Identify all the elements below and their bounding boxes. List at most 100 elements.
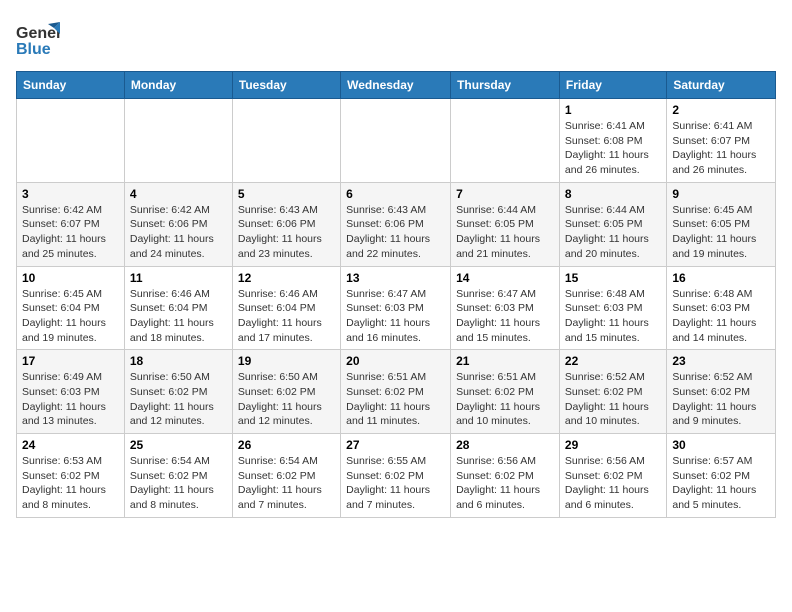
day-info: Sunrise: 6:47 AM Sunset: 6:03 PM Dayligh…: [456, 287, 554, 346]
calendar-cell: [232, 99, 340, 183]
day-info: Sunrise: 6:47 AM Sunset: 6:03 PM Dayligh…: [346, 287, 445, 346]
weekday-header-tuesday: Tuesday: [232, 72, 340, 99]
calendar-cell: 13 Sunrise: 6:47 AM Sunset: 6:03 PM Dayli…: [341, 266, 451, 350]
day-info: Sunrise: 6:55 AM Sunset: 6:02 PM Dayligh…: [346, 454, 445, 513]
calendar-cell: 15 Sunrise: 6:48 AM Sunset: 6:03 PM Dayli…: [559, 266, 666, 350]
day-info: Sunrise: 6:43 AM Sunset: 6:06 PM Dayligh…: [238, 203, 335, 262]
day-info: Sunrise: 6:45 AM Sunset: 6:04 PM Dayligh…: [22, 287, 119, 346]
day-number: 6: [346, 187, 445, 201]
calendar-cell: 18 Sunrise: 6:50 AM Sunset: 6:02 PM Dayli…: [124, 350, 232, 434]
day-info: Sunrise: 6:41 AM Sunset: 6:07 PM Dayligh…: [672, 119, 770, 178]
calendar-cell: 9Sunrise: 6:45 AM Sunset: 6:05 PM Daylig…: [667, 182, 776, 266]
day-number: 1: [565, 103, 661, 117]
day-number: 5: [238, 187, 335, 201]
day-info: Sunrise: 6:48 AM Sunset: 6:03 PM Dayligh…: [565, 287, 661, 346]
day-number: 30: [672, 438, 770, 452]
calendar-table: SundayMondayTuesdayWednesdayThursdayFrid…: [16, 71, 776, 518]
calendar-cell: 12Sunrise: 6:46 AM Sunset: 6:04 PM Dayli…: [232, 266, 340, 350]
weekday-header-thursday: Thursday: [451, 72, 560, 99]
calendar-cell: 23 Sunrise: 6:52 AM Sunset: 6:02 PM Dayli…: [667, 350, 776, 434]
calendar-cell: 8 Sunrise: 6:44 AM Sunset: 6:05 PM Daylig…: [559, 182, 666, 266]
calendar-cell: 29 Sunrise: 6:56 AM Sunset: 6:02 PM Dayli…: [559, 434, 666, 518]
day-info: Sunrise: 6:50 AM Sunset: 6:02 PM Dayligh…: [238, 370, 335, 429]
day-number: 15: [565, 271, 661, 285]
day-number: 29: [565, 438, 661, 452]
day-info: Sunrise: 6:42 AM Sunset: 6:07 PM Dayligh…: [22, 203, 119, 262]
weekday-header-monday: Monday: [124, 72, 232, 99]
calendar-week-row: 10 Sunrise: 6:45 AM Sunset: 6:04 PM Dayli…: [17, 266, 776, 350]
svg-text:Blue: Blue: [16, 41, 51, 58]
day-info: Sunrise: 6:52 AM Sunset: 6:02 PM Dayligh…: [672, 370, 770, 429]
day-info: Sunrise: 6:41 AM Sunset: 6:08 PM Dayligh…: [565, 119, 661, 178]
calendar-cell: 25 Sunrise: 6:54 AM Sunset: 6:02 PM Dayli…: [124, 434, 232, 518]
weekday-header-wednesday: Wednesday: [341, 72, 451, 99]
day-number: 3: [22, 187, 119, 201]
day-info: Sunrise: 6:53 AM Sunset: 6:02 PM Dayligh…: [22, 454, 119, 513]
weekday-header-saturday: Saturday: [667, 72, 776, 99]
day-number: 21: [456, 354, 554, 368]
day-number: 19: [238, 354, 335, 368]
day-info: Sunrise: 6:49 AM Sunset: 6:03 PM Dayligh…: [22, 370, 119, 429]
day-info: Sunrise: 6:44 AM Sunset: 6:05 PM Dayligh…: [456, 203, 554, 262]
calendar-cell: 5 Sunrise: 6:43 AM Sunset: 6:06 PM Daylig…: [232, 182, 340, 266]
day-number: 12: [238, 271, 335, 285]
calendar-week-row: 24 Sunrise: 6:53 AM Sunset: 6:02 PM Dayli…: [17, 434, 776, 518]
calendar-cell: 10 Sunrise: 6:45 AM Sunset: 6:04 PM Dayli…: [17, 266, 125, 350]
calendar-cell: 27 Sunrise: 6:55 AM Sunset: 6:02 PM Dayli…: [341, 434, 451, 518]
page-header: General Blue: [16, 16, 776, 63]
calendar-cell: 2 Sunrise: 6:41 AM Sunset: 6:07 PM Daylig…: [667, 99, 776, 183]
calendar-cell: 6 Sunrise: 6:43 AM Sunset: 6:06 PM Daylig…: [341, 182, 451, 266]
calendar-cell: [124, 99, 232, 183]
day-info: Sunrise: 6:54 AM Sunset: 6:02 PM Dayligh…: [130, 454, 227, 513]
day-info: Sunrise: 6:52 AM Sunset: 6:02 PM Dayligh…: [565, 370, 661, 429]
day-number: 2: [672, 103, 770, 117]
day-number: 4: [130, 187, 227, 201]
day-info: Sunrise: 6:43 AM Sunset: 6:06 PM Dayligh…: [346, 203, 445, 262]
day-number: 28: [456, 438, 554, 452]
day-number: 27: [346, 438, 445, 452]
day-number: 16: [672, 271, 770, 285]
calendar-cell: 4 Sunrise: 6:42 AM Sunset: 6:06 PM Daylig…: [124, 182, 232, 266]
calendar-header-row: SundayMondayTuesdayWednesdayThursdayFrid…: [17, 72, 776, 99]
day-number: 11: [130, 271, 227, 285]
calendar-week-row: 17 Sunrise: 6:49 AM Sunset: 6:03 PM Dayli…: [17, 350, 776, 434]
day-info: Sunrise: 6:42 AM Sunset: 6:06 PM Dayligh…: [130, 203, 227, 262]
calendar-cell: 26 Sunrise: 6:54 AM Sunset: 6:02 PM Dayli…: [232, 434, 340, 518]
day-number: 22: [565, 354, 661, 368]
calendar-cell: 14 Sunrise: 6:47 AM Sunset: 6:03 PM Dayli…: [451, 266, 560, 350]
calendar-cell: 24 Sunrise: 6:53 AM Sunset: 6:02 PM Dayli…: [17, 434, 125, 518]
day-number: 7: [456, 187, 554, 201]
weekday-header-friday: Friday: [559, 72, 666, 99]
day-number: 24: [22, 438, 119, 452]
day-number: 25: [130, 438, 227, 452]
day-number: 13: [346, 271, 445, 285]
calendar-cell: 21 Sunrise: 6:51 AM Sunset: 6:02 PM Dayli…: [451, 350, 560, 434]
calendar-week-row: 3 Sunrise: 6:42 AM Sunset: 6:07 PM Daylig…: [17, 182, 776, 266]
day-number: 9: [672, 187, 770, 201]
calendar-cell: [341, 99, 451, 183]
day-info: Sunrise: 6:56 AM Sunset: 6:02 PM Dayligh…: [456, 454, 554, 513]
day-number: 18: [130, 354, 227, 368]
day-number: 10: [22, 271, 119, 285]
day-info: Sunrise: 6:44 AM Sunset: 6:05 PM Dayligh…: [565, 203, 661, 262]
day-number: 23: [672, 354, 770, 368]
calendar-cell: 16Sunrise: 6:48 AM Sunset: 6:03 PM Dayli…: [667, 266, 776, 350]
day-number: 17: [22, 354, 119, 368]
calendar-week-row: 1 Sunrise: 6:41 AM Sunset: 6:08 PM Daylig…: [17, 99, 776, 183]
day-number: 14: [456, 271, 554, 285]
day-info: Sunrise: 6:51 AM Sunset: 6:02 PM Dayligh…: [456, 370, 554, 429]
day-number: 26: [238, 438, 335, 452]
day-info: Sunrise: 6:54 AM Sunset: 6:02 PM Dayligh…: [238, 454, 335, 513]
calendar-cell: [451, 99, 560, 183]
day-info: Sunrise: 6:56 AM Sunset: 6:02 PM Dayligh…: [565, 454, 661, 513]
day-info: Sunrise: 6:50 AM Sunset: 6:02 PM Dayligh…: [130, 370, 227, 429]
day-info: Sunrise: 6:46 AM Sunset: 6:04 PM Dayligh…: [130, 287, 227, 346]
calendar-cell: 30 Sunrise: 6:57 AM Sunset: 6:02 PM Dayli…: [667, 434, 776, 518]
calendar-cell: 20Sunrise: 6:51 AM Sunset: 6:02 PM Dayli…: [341, 350, 451, 434]
logo: General Blue: [16, 20, 60, 63]
day-number: 8: [565, 187, 661, 201]
day-info: Sunrise: 6:57 AM Sunset: 6:02 PM Dayligh…: [672, 454, 770, 513]
logo-icon: General Blue: [16, 20, 60, 63]
calendar-cell: 17 Sunrise: 6:49 AM Sunset: 6:03 PM Dayli…: [17, 350, 125, 434]
day-info: Sunrise: 6:51 AM Sunset: 6:02 PM Dayligh…: [346, 370, 445, 429]
